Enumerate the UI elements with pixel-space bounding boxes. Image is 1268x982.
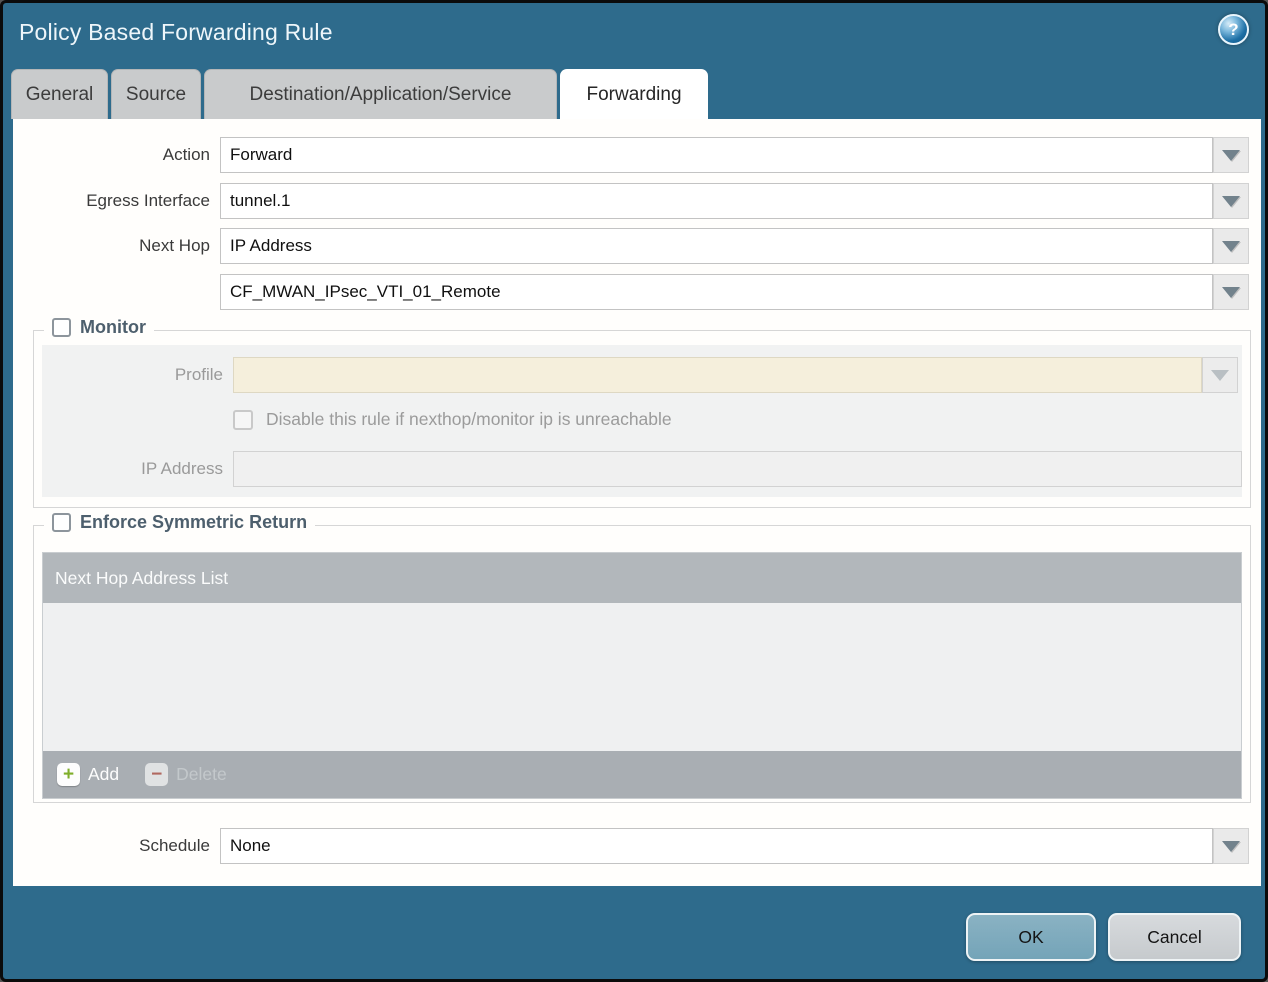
tab-destination-application-service[interactable]: Destination/Application/Service <box>204 69 557 119</box>
chevron-down-icon <box>1211 369 1229 381</box>
action-select[interactable]: Forward <box>220 137 1213 173</box>
delete-button: − Delete <box>145 763 227 786</box>
next-hop-type-select[interactable]: IP Address <box>220 228 1213 264</box>
forwarding-tab-panel: Action Forward Egress Interface tunnel.1… <box>13 119 1261 886</box>
ip-address-input <box>233 451 1242 487</box>
next-hop-address-select[interactable]: CF_MWAN_IPsec_VTI_01_Remote <box>220 274 1213 310</box>
ip-address-label: IP Address <box>141 459 223 478</box>
monitor-section-title: Monitor <box>80 317 146 337</box>
tab-bar: General Source Destination/Application/S… <box>11 69 708 119</box>
next-hop-address-list-header: Next Hop Address List <box>43 553 1241 603</box>
disable-rule-row: Disable this rule if nexthop/monitor ip … <box>233 409 672 430</box>
add-icon: + <box>57 763 80 786</box>
next-hop-address-table: Next Hop Address List + Add − Delete <box>42 552 1242 799</box>
egress-interface-select[interactable]: tunnel.1 <box>220 183 1213 219</box>
enforce-symmetric-return-checkbox[interactable] <box>52 513 71 532</box>
schedule-select[interactable]: None <box>220 828 1213 864</box>
egress-interface-label: Egress Interface <box>86 191 210 210</box>
dialog-titlebar: Policy Based Forwarding Rule ? <box>3 3 1265 69</box>
cancel-button[interactable]: Cancel <box>1108 913 1241 961</box>
chevron-down-icon <box>1222 149 1240 161</box>
monitor-panel: Profile Disable this rule if nexthop/mon… <box>42 345 1242 497</box>
symmetric-return-legend: Enforce Symmetric Return <box>44 512 316 533</box>
next-hop-address-list-body <box>43 603 1241 751</box>
add-button-label: Add <box>88 764 120 784</box>
chevron-down-icon <box>1222 240 1240 252</box>
ok-button[interactable]: OK <box>966 913 1096 961</box>
tab-forwarding[interactable]: Forwarding <box>560 69 708 119</box>
egress-interface-dropdown-button[interactable] <box>1213 183 1249 219</box>
profile-dropdown-button <box>1202 357 1238 393</box>
symmetric-return-section-title: Enforce Symmetric Return <box>80 512 308 532</box>
add-button[interactable]: + Add <box>57 763 119 786</box>
monitor-checkbox[interactable] <box>52 318 71 337</box>
policy-based-forwarding-dialog: Policy Based Forwarding Rule ? General S… <box>0 0 1268 982</box>
monitor-legend: Monitor <box>44 317 154 338</box>
next-hop-type-dropdown-button[interactable] <box>1213 228 1249 264</box>
page-title: Policy Based Forwarding Rule <box>19 19 333 45</box>
tab-general[interactable]: General <box>11 69 108 119</box>
tab-source[interactable]: Source <box>111 69 201 119</box>
chevron-down-icon <box>1222 840 1240 852</box>
next-hop-address-dropdown-button[interactable] <box>1213 274 1249 310</box>
schedule-dropdown-button[interactable] <box>1213 828 1249 864</box>
disable-rule-checkbox <box>233 409 253 430</box>
delete-icon: − <box>145 763 169 786</box>
profile-label: Profile <box>174 365 223 384</box>
help-icon[interactable]: ? <box>1218 14 1249 45</box>
action-dropdown-button[interactable] <box>1213 137 1249 173</box>
delete-button-label: Delete <box>176 764 227 784</box>
action-label: Action <box>162 145 210 164</box>
monitor-section: Monitor Profile Disable this rule if nex… <box>33 317 1251 508</box>
next-hop-label: Next Hop <box>139 236 210 255</box>
schedule-label: Schedule <box>139 836 210 855</box>
disable-rule-label: Disable this rule if nexthop/monitor ip … <box>266 409 672 429</box>
chevron-down-icon <box>1222 195 1240 207</box>
profile-select <box>233 357 1202 393</box>
symmetric-return-section: Enforce Symmetric Return Next Hop Addres… <box>33 512 1251 803</box>
chevron-down-icon <box>1222 286 1240 298</box>
table-toolbar: + Add − Delete <box>43 751 1241 798</box>
